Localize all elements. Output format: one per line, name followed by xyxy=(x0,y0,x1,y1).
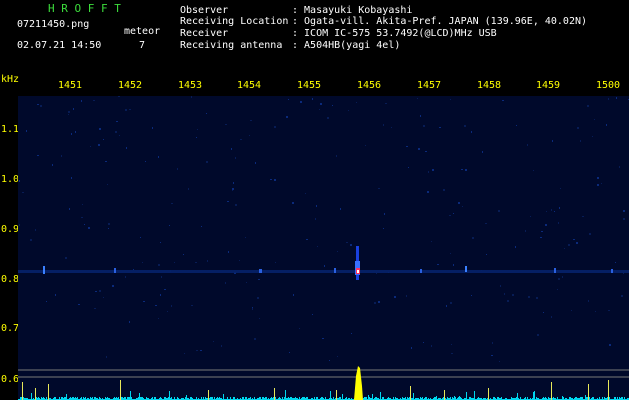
y-tick: 1.1 xyxy=(1,124,20,135)
noise-texture xyxy=(18,96,629,400)
y-tick: 1.0 xyxy=(1,174,20,185)
info-key-observer: Observer xyxy=(180,5,229,16)
x-tick: 1458 xyxy=(477,80,502,91)
app-brand: H R O F F T xyxy=(48,2,121,15)
y-tick: 0.9 xyxy=(1,224,20,235)
info-key-location: Receiving Location xyxy=(180,16,289,27)
y-tick: 0.7 xyxy=(1,323,20,334)
x-tick: 1455 xyxy=(297,80,322,91)
hrofft-window: H R O F F T 07211450.png 02.07.21 14:50 … xyxy=(0,0,629,400)
spectrogram-canvas xyxy=(18,96,629,400)
info-key-receiver: Receiver xyxy=(180,28,229,39)
info-key-antenna: Receiving antenna xyxy=(180,40,283,51)
x-tick: 1452 xyxy=(118,80,143,91)
y-tick: 0.6 xyxy=(1,374,20,385)
x-tick: 1456 xyxy=(357,80,382,91)
spectrogram-plot xyxy=(18,96,629,400)
x-tick: 1457 xyxy=(417,80,442,91)
info-value-antenna: : A504HB(yagi 4el) xyxy=(292,40,401,51)
x-tick: 1459 xyxy=(536,80,561,91)
info-value-receiver: : ICOM IC-575 53.7492(@LCD)MHz USB xyxy=(292,28,497,39)
image-filename: 07211450.png xyxy=(17,19,90,30)
x-tick: 1451 xyxy=(58,80,83,91)
y-tick: 0.8 xyxy=(1,274,20,285)
x-tick: 1500 xyxy=(596,80,621,91)
timestamp: 02.07.21 14:50 xyxy=(17,40,102,51)
x-tick: 1453 xyxy=(178,80,203,91)
y-axis-unit: kHz xyxy=(1,74,20,85)
meteor-count: 7 xyxy=(139,40,146,51)
meteor-label: meteor xyxy=(124,26,161,37)
info-value-location: : Ogata-vill. Akita-Pref. JAPAN (139.96E… xyxy=(292,16,588,27)
info-value-observer: : Masayuki Kobayashi xyxy=(292,5,413,16)
x-tick: 1454 xyxy=(237,80,262,91)
